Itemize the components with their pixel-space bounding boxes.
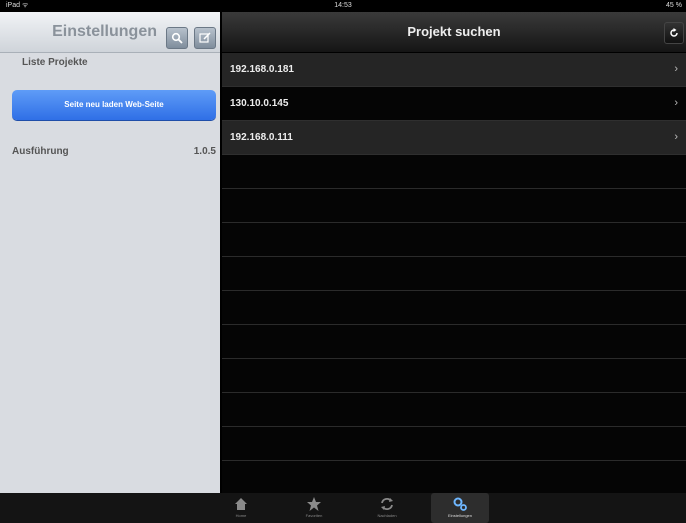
battery-level: 45 % xyxy=(666,2,682,9)
status-bar: iPad ᯤ 14:53 45 % xyxy=(0,0,686,12)
sync-icon xyxy=(381,498,393,510)
empty-row xyxy=(222,155,686,189)
tab-nachladen-label: Nachladen xyxy=(377,513,397,518)
clock: 14:53 xyxy=(334,2,352,9)
tab-bar: Home Favoriten Nachladen Einstellungen xyxy=(0,493,686,523)
star-icon xyxy=(307,497,321,511)
empty-row xyxy=(222,393,686,427)
edit-button[interactable] xyxy=(194,27,216,49)
project-ip: 130.10.0.145 xyxy=(230,98,289,109)
chevron-right-icon: › xyxy=(674,131,678,143)
tab-home[interactable]: Home xyxy=(212,493,270,523)
tab-nachladen[interactable]: Nachladen xyxy=(358,493,416,523)
chevron-right-icon: › xyxy=(674,63,678,75)
tab-home-label: Home xyxy=(235,513,247,518)
search-icon xyxy=(171,32,183,44)
empty-row xyxy=(222,291,686,325)
version-value: 1.0.5 xyxy=(193,146,216,157)
project-row[interactable]: 192.168.0.111 › xyxy=(222,121,686,155)
project-search-navbar: Projekt suchen xyxy=(222,12,686,53)
settings-title: Einstellungen xyxy=(52,23,157,40)
project-list: 192.168.0.181 › 130.10.0.145 › 192.168.0… xyxy=(222,53,686,461)
chevron-right-icon: › xyxy=(674,97,678,109)
empty-row xyxy=(222,223,686,257)
empty-row xyxy=(222,359,686,393)
compose-icon xyxy=(199,32,211,43)
tab-einstellungen[interactable]: Einstellungen xyxy=(431,493,489,523)
project-ip: 192.168.0.181 xyxy=(230,64,294,75)
tab-favoriten-label: Favoriten xyxy=(305,513,323,518)
project-list-label: Liste Projekte xyxy=(22,57,88,68)
refresh-button[interactable] xyxy=(664,22,684,44)
project-search-title: Projekt suchen xyxy=(407,24,501,39)
empty-row xyxy=(222,257,686,291)
version-label: Ausführung xyxy=(12,146,69,157)
tab-favoriten[interactable]: Favoriten xyxy=(285,493,343,523)
project-row[interactable]: 192.168.0.181 › xyxy=(222,53,686,87)
settings-panel: Einstellungen Liste Projekte Seite neu l… xyxy=(0,12,220,493)
project-search-panel: Projekt suchen 192.168.0.181 › 130.10.0.… xyxy=(222,12,686,493)
empty-row xyxy=(222,427,686,461)
settings-navbar: Einstellungen xyxy=(0,12,220,53)
empty-row xyxy=(222,325,686,359)
project-ip: 192.168.0.111 xyxy=(230,132,293,143)
empty-row xyxy=(222,189,686,223)
home-icon xyxy=(235,498,247,510)
tab-einstellungen-label: Einstellungen xyxy=(447,513,473,518)
search-button[interactable] xyxy=(166,27,188,49)
refresh-icon xyxy=(670,28,678,37)
project-row[interactable]: 130.10.0.145 › xyxy=(222,87,686,121)
reload-website-button[interactable]: Seite neu laden Web-Seite xyxy=(12,90,216,120)
gears-icon xyxy=(453,497,467,511)
